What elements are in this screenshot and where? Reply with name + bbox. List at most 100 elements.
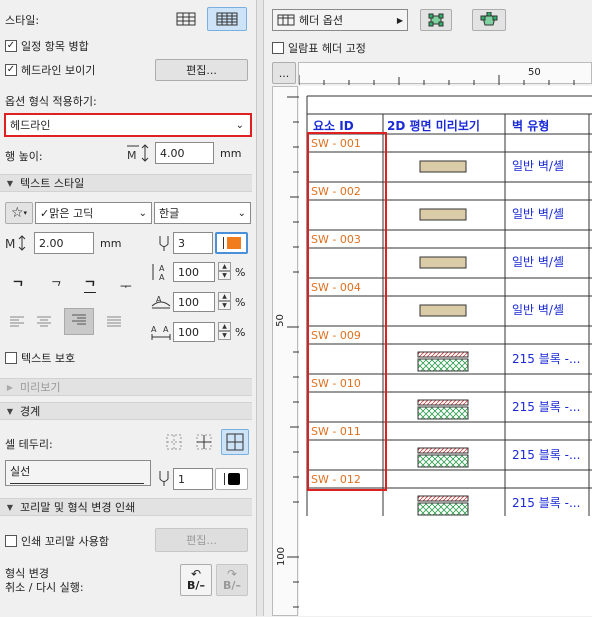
preview-section-label: 미리보기 (20, 381, 61, 394)
favorite-style-button[interactable]: ☆ ▾ (5, 202, 33, 224)
fit-content-button[interactable] (472, 9, 506, 31)
align-right-button[interactable] (64, 308, 94, 335)
row-wall-type: 215 블록 -... (512, 400, 581, 414)
print-footer-checkbox[interactable] (5, 535, 17, 547)
line-type-dropdown[interactable]: 실선 (5, 460, 151, 486)
char-spacing-stepper[interactable]: ▲ ▼ (218, 322, 231, 340)
chevron-right-icon: ▶ (396, 15, 403, 25)
footer-edit-button[interactable]: 편집... (155, 528, 248, 552)
schedule-preview-panel: 헤더 옵션 ▶ 일람표 헤더 고정 ... 50 50 100 요소 ID 2D… (264, 0, 592, 616)
border-none-button[interactable] (162, 430, 186, 454)
row-wall-type: 일반 벽/셸 (512, 303, 565, 317)
preview-section-header[interactable]: ▶ 미리보기 (0, 378, 252, 396)
strikethrough-icon[interactable]: ᅮ (120, 276, 132, 295)
char-spacing-icon: AA (150, 322, 172, 342)
font-size-icon: M (5, 234, 29, 252)
svg-text:A: A (159, 273, 165, 282)
row-height-label: 행 높이: (5, 150, 43, 163)
border-all-button[interactable] (221, 429, 249, 455)
alignment-row (10, 308, 121, 335)
vertical-ruler: 50 100 (272, 86, 299, 616)
undo-button[interactable]: ↶ B/– (180, 564, 212, 596)
ruler-origin-button[interactable]: ... (272, 62, 296, 84)
style-grid-full-button[interactable] (207, 7, 247, 31)
underline-icon[interactable]: ᄀ (84, 276, 96, 295)
border-all-icon (226, 433, 244, 451)
line-spacing-stepper[interactable]: ▲ ▼ (218, 262, 231, 280)
collapse-triangle-icon: ▼ (6, 406, 14, 416)
apply-format-dropdown[interactable]: 헤드라인 ⌄ (4, 113, 252, 137)
fit-cells-icon (428, 13, 444, 27)
row-wall-type: 일반 벽/셸 (512, 207, 565, 221)
id-column-highlight (307, 132, 387, 491)
font-dropdown[interactable]: ✓맑은 고딕 ⌄ (35, 202, 152, 224)
percent-label: % (235, 266, 246, 279)
headline-checkbox[interactable]: ✓ (5, 64, 17, 76)
line-spacing-input[interactable]: 100 (173, 262, 215, 282)
chevron-down-icon: ⌄ (235, 119, 244, 131)
border-inner-button[interactable] (192, 430, 216, 454)
svg-text:A: A (159, 264, 165, 273)
language-dropdown[interactable]: 한글 ⌄ (154, 202, 251, 224)
row-height-unit: mm (220, 147, 242, 160)
font-value: 맑은 고딕 (49, 207, 94, 220)
border-section-label: 경계 (20, 405, 41, 418)
apply-format-label: 옵션 형식 적용하기: (5, 95, 97, 108)
fit-content-icon (480, 12, 498, 26)
char-spacing-input[interactable]: 100 (173, 322, 215, 342)
svg-text:M: M (5, 237, 15, 251)
fit-cells-button[interactable] (420, 9, 452, 31)
border-inner-icon (196, 434, 212, 450)
row-wall-type: 215 블록 -... (512, 496, 581, 510)
cell-border-label: 셀 테두리: (5, 438, 53, 451)
wall-plan-preview (419, 208, 467, 221)
text-style-section-header[interactable]: ▼ 텍스트 스타일 (0, 174, 252, 192)
headline-label: 헤드라인 보이기 (21, 64, 96, 77)
border-color-button[interactable] (215, 468, 248, 490)
row-height-input[interactable]: 4.00 (155, 142, 214, 164)
style-grid-simple-button[interactable] (170, 8, 202, 30)
percent-label: % (235, 296, 246, 309)
panel-splitter[interactable] (256, 0, 264, 616)
italic-icon[interactable]: ᄀ (48, 276, 60, 295)
align-left-icon[interactable] (10, 316, 24, 328)
bold-icon[interactable]: ᄀ (12, 276, 24, 295)
pen-color-swatch (226, 237, 241, 249)
redo-button[interactable]: ↷ B/– (216, 564, 248, 596)
char-width-stepper[interactable]: ▲ ▼ (218, 292, 231, 310)
percent-label: % (235, 326, 246, 339)
footer-section-header[interactable]: ▼ 꼬리말 및 형식 변경 인쇄 (0, 498, 252, 516)
chevron-down-icon: ⌄ (138, 207, 147, 219)
undo-text: B/– (187, 579, 205, 592)
checkmark-icon: ✓ (40, 207, 50, 220)
pen-icon (157, 469, 171, 487)
fix-header-checkbox[interactable] (272, 42, 284, 54)
svg-text:A: A (151, 325, 157, 334)
svg-text:M: M (127, 149, 137, 162)
fix-header-label: 일람표 헤더 고정 (288, 42, 366, 55)
protect-text-checkbox[interactable] (5, 352, 17, 364)
apply-format-value: 헤드라인 (10, 119, 51, 132)
collapse-triangle-icon: ▼ (6, 178, 14, 188)
align-justify-icon[interactable] (107, 316, 121, 328)
schedule-page: 요소 ID 2D 평면 미리보기 벽 유형 SW - 001 SW - 002 … (299, 86, 592, 616)
header-option-dropdown[interactable]: 헤더 옵션 ▶ (272, 9, 408, 31)
border-section-header[interactable]: ▼ 경계 (0, 402, 252, 420)
merge-checkbox[interactable]: ✓ (5, 40, 17, 52)
border-pen-input[interactable]: 1 (173, 468, 213, 490)
font-size-unit: mm (100, 237, 122, 250)
language-value: 한글 (159, 207, 180, 220)
chevron-down-icon: ⌄ (237, 207, 246, 219)
ruler-50-label: 50 (528, 67, 541, 78)
pen-icon (157, 234, 171, 252)
footer-section-label: 꼬리말 및 형식 변경 인쇄 (20, 501, 136, 514)
line-sample (10, 482, 144, 484)
pen-number-input[interactable]: 3 (173, 232, 213, 254)
font-size-input[interactable]: 2.00 (34, 232, 94, 254)
vruler-50-label: 50 (274, 314, 286, 327)
pen-color-button[interactable] (215, 232, 248, 254)
char-width-input[interactable]: 100 (173, 292, 215, 312)
align-center-icon[interactable] (37, 316, 51, 328)
edit-button[interactable]: 편집... (155, 59, 248, 81)
wall-plan-preview (419, 256, 467, 269)
